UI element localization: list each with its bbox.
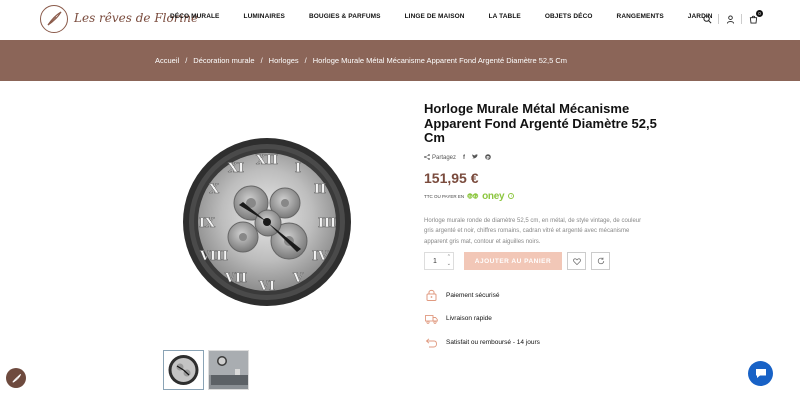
breadcrumb-decoration-murale[interactable]: Décoration murale	[193, 56, 254, 65]
share-icon	[424, 153, 430, 162]
pinterest-icon[interactable]: p	[485, 153, 491, 162]
nav-item-objets-deco[interactable]: OBJETS DÉCO	[545, 13, 593, 25]
svg-text:XI: XI	[228, 161, 244, 176]
info-icon[interactable]: i	[508, 193, 515, 199]
header-actions: 0	[700, 10, 763, 26]
chat-button[interactable]	[748, 361, 773, 386]
product-info: Horloge Murale Métal Mécanisme Apparent …	[424, 101, 664, 247]
nav-item-linge-de-maison[interactable]: LINGE DE MAISON	[405, 13, 465, 25]
chevron-down-icon[interactable]: ⌄	[447, 261, 451, 268]
feature-label: Livraison rapide	[446, 315, 492, 322]
feather-icon	[11, 373, 21, 383]
product-title: Horloge Murale Métal Mécanisme Apparent …	[424, 101, 657, 145]
feature-label: Satisfait ou remboursé - 14 jours	[446, 338, 540, 346]
wishlist-button[interactable]	[567, 252, 586, 270]
purchase-row: 1 ⌃ ⌄ AJOUTER AU PANIER	[424, 252, 610, 270]
feather-icon	[40, 5, 68, 33]
wall-clock-image: XII I II III IV V VI VII VIII IX X XI	[183, 138, 351, 306]
breadcrumb-separator: /	[304, 56, 307, 65]
svg-text:XII: XII	[256, 153, 278, 168]
nav-item-la-table[interactable]: LA TABLE	[489, 13, 521, 25]
svg-text:IX: IX	[199, 216, 216, 231]
product-price: 151,95 €	[424, 169, 479, 186]
svg-text:VI: VI	[258, 279, 275, 294]
svg-text:VII: VII	[224, 271, 247, 286]
svg-text:VIII: VIII	[199, 249, 228, 264]
cart-count-badge: 0	[756, 10, 763, 17]
header-divider	[741, 14, 742, 24]
feature-fast-delivery: Livraison rapide	[424, 313, 540, 325]
breadcrumb-current: Horloge Murale Métal Mécanisme Apparent …	[312, 56, 568, 65]
svg-text:IV: IV	[312, 249, 329, 264]
nav-item-rangements[interactable]: RANGEMENTS	[617, 13, 664, 25]
share-label: Partagez	[432, 154, 457, 161]
twitter-icon[interactable]	[472, 154, 479, 161]
facebook-icon[interactable]: f	[463, 155, 465, 161]
svg-text:X: X	[209, 182, 220, 197]
breadcrumb-home[interactable]: Accueil	[155, 56, 179, 65]
breadcrumb-horloges[interactable]: Horloges	[269, 56, 299, 65]
svg-text:III: III	[318, 216, 336, 231]
feature-satisfaction: Satisfait ou remboursé - 14 jours	[424, 336, 540, 348]
nav-item-deco-murale[interactable]: DÉCO MURALE	[170, 13, 220, 25]
add-to-cart-button[interactable]: AJOUTER AU PANIER	[464, 252, 562, 270]
feature-secure-payment: Paiement sécurisé	[424, 289, 540, 301]
breadcrumb: Accueil / Décoration murale / Horloges /…	[155, 56, 567, 65]
chevron-up-icon[interactable]: ⌃	[447, 254, 451, 261]
return-icon	[424, 336, 438, 348]
cart-icon[interactable]: 0	[746, 10, 763, 26]
chat-bubble-icon	[755, 369, 766, 378]
payment-prefix: TTC OU PAYER EN	[424, 193, 465, 199]
heart-icon	[572, 257, 581, 265]
search-icon[interactable]	[700, 12, 714, 26]
thumbnail-room-scene[interactable]	[208, 350, 249, 390]
quantity-stepper[interactable]: 1 ⌃ ⌄	[424, 252, 454, 270]
product-thumbnails	[163, 350, 253, 390]
refresh-icon	[597, 257, 604, 265]
svg-text:II: II	[314, 182, 326, 197]
header-divider	[718, 14, 719, 24]
product-main-image[interactable]: XII I II III IV V VI VII VIII IX X XI	[165, 115, 365, 315]
breadcrumb-separator: /	[185, 56, 188, 65]
truck-icon	[424, 313, 438, 325]
nav-item-bougies-parfums[interactable]: BOUGIES & PARFUMS	[309, 13, 381, 25]
user-icon[interactable]	[723, 12, 737, 26]
compare-button[interactable]	[591, 252, 610, 270]
nav-item-luminaires[interactable]: LUMINAIRES	[244, 13, 285, 25]
thumbnail-clock[interactable]	[163, 350, 204, 390]
breadcrumb-separator: /	[260, 56, 263, 65]
product-features: Paiement sécurisé Livraison rapide Satis…	[424, 289, 540, 360]
accessibility-button[interactable]	[6, 368, 26, 388]
product-description: Horloge murale ronde de diamètre 52,5 cm…	[424, 217, 642, 245]
main-nav: DÉCO MURALE LUMINAIRES BOUGIES & PARFUMS…	[170, 13, 737, 25]
svg-text:I: I	[295, 161, 301, 176]
quantity-arrows: ⌃ ⌄	[447, 254, 451, 268]
lock-icon	[424, 289, 438, 301]
breadcrumb-band: Accueil / Décoration murale / Horloges /…	[0, 40, 800, 81]
quantity-value[interactable]: 1	[425, 258, 445, 265]
oney-logo: oney	[482, 190, 505, 202]
oney-3x4x-icon: 3x 4x	[467, 192, 479, 200]
brand-logo[interactable]: Les rêves de Florine	[40, 5, 198, 33]
oney-payment[interactable]: TTC OU PAYER EN 3x 4x oney i	[424, 191, 664, 202]
share-row: Partagez f p	[424, 153, 664, 162]
svg-text:V: V	[292, 271, 304, 286]
feature-label: Paiement sécurisé	[446, 291, 500, 299]
site-header: Les rêves de Florine DÉCO MURALE LUMINAI…	[0, 0, 800, 40]
